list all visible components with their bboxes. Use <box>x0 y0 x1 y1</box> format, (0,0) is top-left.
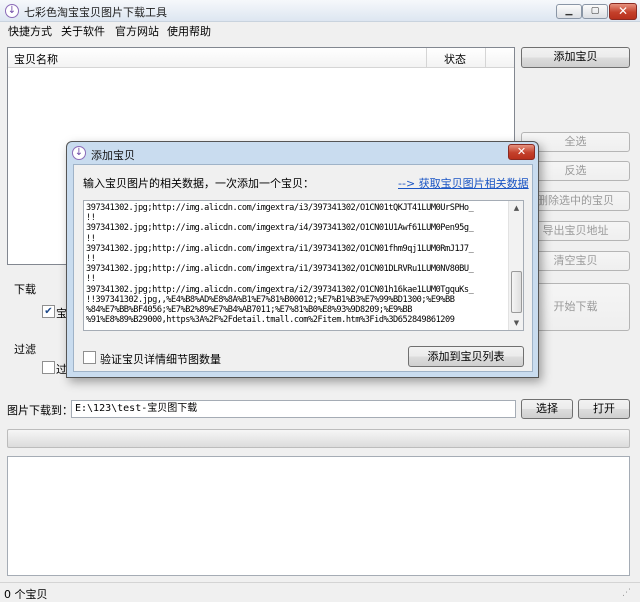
title-bar: ↓ 七彩色淘宝宝贝图片下载工具 ▁ ▢ ✕ <box>0 0 640 22</box>
status-bar: 0 个宝贝 <box>0 582 640 602</box>
add-to-list-button[interactable]: 添加到宝贝列表 <box>408 346 524 367</box>
filter-option-checkbox[interactable] <box>42 361 55 374</box>
window-title: 七彩色淘宝宝贝图片下载工具 <box>24 6 167 19</box>
dialog-title: 添加宝贝 <box>91 149 135 162</box>
menu-about[interactable]: 关于软件 <box>61 23 105 39</box>
download-path-input[interactable]: E:\123\test-宝贝图下载 <box>71 400 516 418</box>
menu-shortcuts[interactable]: 快捷方式 <box>8 23 52 39</box>
download-path-label: 图片下载到： <box>7 404 73 417</box>
add-item-button[interactable]: 添加宝贝 <box>521 47 630 68</box>
column-separator[interactable] <box>426 48 427 68</box>
open-folder-button[interactable]: 打开 <box>578 399 630 419</box>
menu-website[interactable]: 官方网站 <box>115 23 159 39</box>
dialog-body: 输入宝贝图片的相关数据，一次添加一个宝贝： --> 获取宝贝图片相关数据 397… <box>73 164 533 372</box>
scrollbar-thumb[interactable] <box>511 271 522 313</box>
item-data-text: 397341302.jpg;http://img.alicdn.com/imge… <box>86 203 474 326</box>
log-area[interactable] <box>7 456 630 576</box>
download-progress-bar <box>7 429 630 448</box>
choose-folder-button[interactable]: 选择 <box>521 399 573 419</box>
filter-section-label: 过滤 <box>14 343 36 356</box>
scroll-up-icon[interactable]: ▲ <box>509 201 523 215</box>
scroll-down-icon[interactable]: ▼ <box>509 316 523 330</box>
menu-bar: 快捷方式 关于软件 官方网站 使用帮助 <box>0 22 640 39</box>
status-item-count: 0 个宝贝 <box>4 588 48 601</box>
dialog-close-button[interactable]: ✕ <box>508 144 535 160</box>
minimize-button[interactable]: ▁ <box>556 4 582 19</box>
app-download-icon: ↓ <box>5 4 19 18</box>
column-header-name[interactable]: 宝贝名称 <box>14 51 58 67</box>
download-option-checkbox[interactable]: ✔ <box>42 305 55 318</box>
verify-details-label: 验证宝贝详情细节图数量 <box>100 353 221 366</box>
download-section-label: 下载 <box>14 283 36 296</box>
menu-help[interactable]: 使用帮助 <box>167 23 211 39</box>
textarea-scrollbar[interactable]: ▲ ▼ <box>508 201 523 330</box>
column-separator[interactable] <box>485 48 486 68</box>
maximize-button[interactable]: ▢ <box>582 4 608 19</box>
resize-grip-icon[interactable]: ⋰ <box>622 586 636 600</box>
item-data-textarea[interactable]: 397341302.jpg;http://img.alicdn.com/imge… <box>83 200 524 331</box>
column-header-status[interactable]: 状态 <box>444 51 466 67</box>
dialog-prompt: 输入宝贝图片的相关数据，一次添加一个宝贝： <box>83 177 314 190</box>
list-header: 宝贝名称 状态 <box>8 48 514 68</box>
verify-details-checkbox[interactable] <box>83 351 96 364</box>
close-button[interactable]: ✕ <box>609 3 637 20</box>
add-item-dialog: ↓ 添加宝贝 ✕ 输入宝贝图片的相关数据，一次添加一个宝贝： --> 获取宝贝图… <box>66 141 539 378</box>
dialog-app-icon: ↓ <box>72 146 86 160</box>
get-data-link[interactable]: --> 获取宝贝图片相关数据 <box>398 175 529 191</box>
